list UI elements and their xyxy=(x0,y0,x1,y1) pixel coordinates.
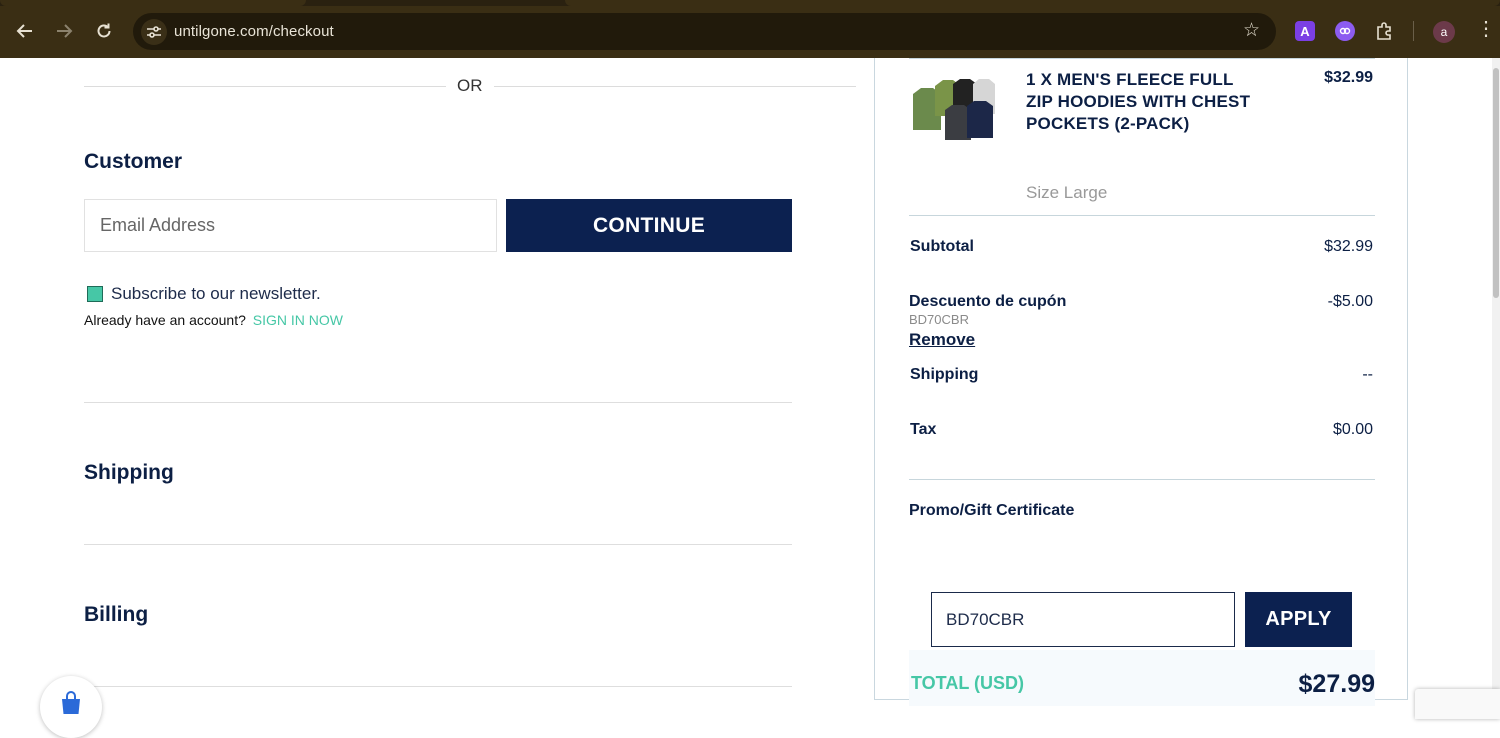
tab-edge xyxy=(0,0,306,6)
page-scrollbar[interactable] xyxy=(1492,58,1500,706)
order-summary: 1 X MEN'S FLEECE FULL ZIP HOODIES WITH C… xyxy=(874,58,1408,706)
scrollbar-thumb[interactable] xyxy=(1493,68,1499,298)
promo-label: Promo/Gift Certificate xyxy=(909,502,1075,519)
translate-icon[interactable]: A xyxy=(1295,21,1315,41)
url-text[interactable]: untilgone.com/checkout xyxy=(174,23,334,40)
puzzle-icon xyxy=(1377,22,1391,40)
floating-cart-button[interactable] xyxy=(40,676,102,738)
summary-divider xyxy=(909,479,1375,480)
total-value: $27.99 xyxy=(1298,670,1375,698)
summary-divider xyxy=(909,58,1375,59)
link-icon xyxy=(1339,27,1351,35)
tab-edge xyxy=(565,0,1500,6)
toolbar-separator xyxy=(1413,21,1414,41)
purple-extension-icon[interactable] xyxy=(1335,21,1355,41)
promo-code-input[interactable] xyxy=(931,592,1235,647)
recaptcha-badge[interactable] xyxy=(1415,689,1500,719)
remove-coupon-link[interactable]: Remove xyxy=(909,330,975,350)
subtotal-value: $32.99 xyxy=(1324,238,1373,255)
apply-button[interactable]: APPLY xyxy=(1245,592,1352,647)
site-info-button[interactable] xyxy=(141,19,167,45)
puzzle-extension-icon[interactable] xyxy=(1375,21,1395,41)
newsletter-row[interactable]: Subscribe to our newsletter. xyxy=(87,284,321,304)
sign-in-link[interactable]: SIGN IN NOW xyxy=(253,312,343,328)
address-bar[interactable]: untilgone.com/checkout ☆ xyxy=(133,13,1276,50)
shipping-heading[interactable]: Shipping xyxy=(84,461,174,485)
newsletter-checkbox[interactable] xyxy=(87,286,103,302)
product-name[interactable]: 1 X MEN'S FLEECE FULL ZIP HOODIES WITH C… xyxy=(1026,69,1256,135)
reload-button[interactable] xyxy=(91,18,117,44)
account-prompt-text: Already have an account? xyxy=(84,312,246,328)
shipping-value: -- xyxy=(1362,366,1373,383)
shipping-label: Shipping xyxy=(910,366,979,383)
total-label: TOTAL (USD) xyxy=(911,673,1024,693)
menu-kebab-icon[interactable]: ⋮ xyxy=(1476,19,1496,39)
section-divider xyxy=(84,544,792,545)
shopping-bag-icon xyxy=(62,691,80,714)
product-size: Size Large xyxy=(1026,183,1108,202)
billing-heading[interactable]: Billing xyxy=(84,603,148,627)
profile-avatar[interactable]: a xyxy=(1433,21,1455,43)
summary-divider xyxy=(909,215,1375,216)
tax-label: Tax xyxy=(910,421,937,438)
divider-line xyxy=(84,86,446,87)
subtotal-label: Subtotal xyxy=(910,238,974,255)
newsletter-label[interactable]: Subscribe to our newsletter. xyxy=(111,284,321,304)
tune-icon xyxy=(147,26,161,38)
product-image xyxy=(913,79,995,140)
total-row: TOTAL (USD) $27.99 xyxy=(909,650,1375,706)
browser-toolbar: untilgone.com/checkout ☆ A a ⋮ xyxy=(0,0,1500,58)
account-prompt: Already have an account? SIGN IN NOW xyxy=(84,312,343,328)
or-separator: OR xyxy=(84,76,856,96)
customer-heading: Customer xyxy=(84,150,183,173)
bookmark-star-icon[interactable]: ☆ xyxy=(1243,21,1260,40)
forward-button[interactable] xyxy=(51,18,77,44)
reload-icon xyxy=(97,23,111,38)
coupon-value: -$5.00 xyxy=(1327,293,1373,310)
arrow-left-icon xyxy=(16,24,32,38)
tax-value: $0.00 xyxy=(1332,421,1373,438)
section-divider xyxy=(84,402,792,403)
email-field[interactable] xyxy=(84,199,497,252)
section-divider xyxy=(84,686,792,687)
or-label: OR xyxy=(457,76,483,95)
continue-button[interactable]: CONTINUE xyxy=(506,199,792,252)
checkout-page: OR Customer CONTINUE Subscribe to our ne… xyxy=(0,58,1500,706)
coupon-label: Descuento de cupón xyxy=(909,293,1067,310)
arrow-right-icon xyxy=(57,24,73,38)
divider-line xyxy=(494,86,856,87)
coupon-code: BD70CBR xyxy=(909,312,969,327)
back-button[interactable] xyxy=(12,18,38,44)
product-price: $32.99 xyxy=(1324,69,1373,86)
